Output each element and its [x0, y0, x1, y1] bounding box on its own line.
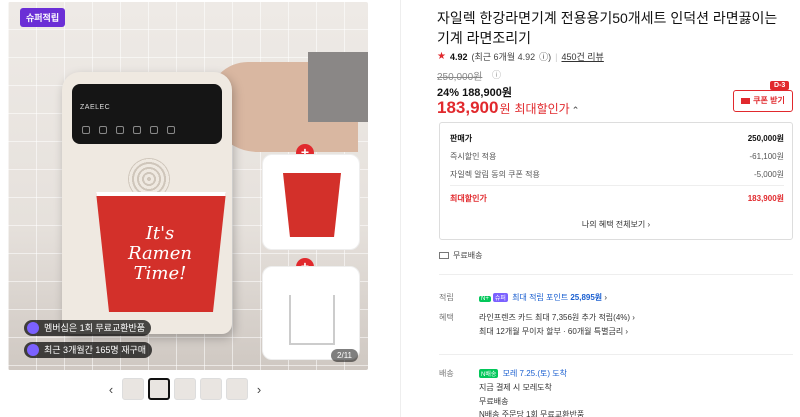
image-pager: 2/11: [331, 349, 358, 362]
thumbnail-active[interactable]: [148, 378, 170, 400]
thumbnail[interactable]: [122, 378, 144, 400]
super-reward-badge: 슈퍼적립: [20, 8, 66, 27]
super-badge: 슈퍼: [492, 293, 508, 302]
next-arrow-icon[interactable]: ›: [252, 382, 266, 397]
points-value[interactable]: N+ 슈퍼 최대 적립 포인트 25,895원 ›: [479, 292, 607, 303]
review-link[interactable]: 450건 리뷰: [561, 50, 603, 63]
max-discount-row: 최대할인가 183,900원: [450, 194, 784, 203]
thumbnail-strip: ‹ ›: [104, 378, 266, 400]
sleeve-image: [308, 52, 368, 122]
divider: [439, 354, 793, 355]
product-info: 자일렉 한강라면기계 전용용기50개세트 인덕션 라면끓이는기계 라면조리기 ★…: [400, 0, 800, 417]
cups-stack-image: [262, 154, 360, 250]
points-label: 적립: [439, 293, 454, 302]
delivery-label: 배송: [439, 369, 454, 378]
truck-icon: [439, 252, 449, 260]
free-shipping: 무료배송: [439, 250, 482, 261]
instant-discount-row: 즉시할인 적용 -61,100원: [450, 152, 784, 161]
panel-buttons: [82, 126, 175, 134]
mini-cup-image: [283, 173, 341, 237]
original-price: 250,000원: [437, 72, 483, 83]
rating-value: 4.92: [449, 51, 468, 62]
dday-badge: D-3: [770, 81, 790, 90]
benefits-label: 혜택: [439, 313, 454, 322]
delivery-exchange: N배송 주문당 1회 무료교환반품: [479, 410, 585, 417]
coupon-button[interactable]: 쿠폰 받기: [733, 90, 793, 112]
product-page: ZAELEC It's Ramen Time! 슈퍼적립 + + 멤버십은 1회…: [0, 0, 800, 417]
thumbnail[interactable]: [174, 378, 196, 400]
ramen-cup-image: It's Ramen Time!: [96, 192, 226, 312]
product-main-image[interactable]: ZAELEC It's Ramen Time! 슈퍼적립 + + 멤버십은 1회…: [8, 2, 368, 370]
price-breakdown-box: 판매가 250,000원 즉시할인 적용 -61,100원 자일렉 알림 동의 쿠폰…: [439, 122, 793, 240]
repurchase-icon: [27, 344, 39, 356]
info-icon[interactable]: ⓘ: [492, 68, 501, 81]
final-price[interactable]: 183,900원 최대할인가 ⌃: [437, 98, 579, 118]
divider: [439, 274, 793, 275]
membership-icon: [27, 322, 39, 334]
delivery-free: 무료배송: [479, 397, 509, 406]
alert-coupon-row: 자일렉 알림 동의 쿠폰 적용 -5,000원: [450, 170, 784, 179]
product-title: 자일렉 한강라면기계 전용용기50개세트 인덕션 라면끓이는기계 라면조리기: [437, 10, 778, 46]
cup-holder-image: [262, 266, 360, 360]
coupon-icon: [741, 97, 751, 104]
membership-pill: 멤버십은 1회 무료교환반품: [24, 320, 152, 336]
chevron-right-icon: ›: [604, 293, 608, 302]
chevron-up-icon: ⌃: [571, 105, 580, 115]
delivery-line: 지금 결제 시 모레도착: [479, 383, 552, 392]
all-benefits-link[interactable]: 나의 혜택 전체보기 ›: [440, 219, 792, 230]
holder-frame: [289, 295, 335, 345]
divider: [450, 185, 784, 186]
delivery-eta: N배송 모레 7.25.(토) 도착: [479, 369, 567, 378]
n-delivery-badge: N배송: [479, 369, 499, 378]
thumbnail[interactable]: [200, 378, 222, 400]
thumbnail[interactable]: [226, 378, 248, 400]
n-plus-badge: N+: [479, 296, 491, 302]
cup-text: It's Ramen Time!: [127, 223, 192, 284]
rating-row: ★ 4.92 (최근 6개월 4.92 ⓘ) | 450건 리뷰: [437, 50, 604, 63]
sale-price-row: 판매가 250,000원: [450, 134, 784, 143]
rating-info-icon[interactable]: ⓘ): [539, 50, 551, 63]
rating-detail: (최근 6개월 4.92: [471, 52, 536, 62]
repurchase-pill: 최근 3개월간 165명 재구매: [24, 342, 153, 358]
installment-link[interactable]: 최대 12개월 무이자 할부 · 60개월 특별금리 ›: [479, 326, 628, 337]
prev-arrow-icon[interactable]: ‹: [104, 382, 118, 397]
control-panel: ZAELEC: [72, 84, 222, 144]
card-benefit-link[interactable]: 라인프렌즈 카드 최대 7,356원 추가 적립(4%) ›: [479, 312, 635, 323]
star-icon: ★: [437, 51, 446, 62]
machine-brand: ZAELEC: [80, 104, 111, 111]
